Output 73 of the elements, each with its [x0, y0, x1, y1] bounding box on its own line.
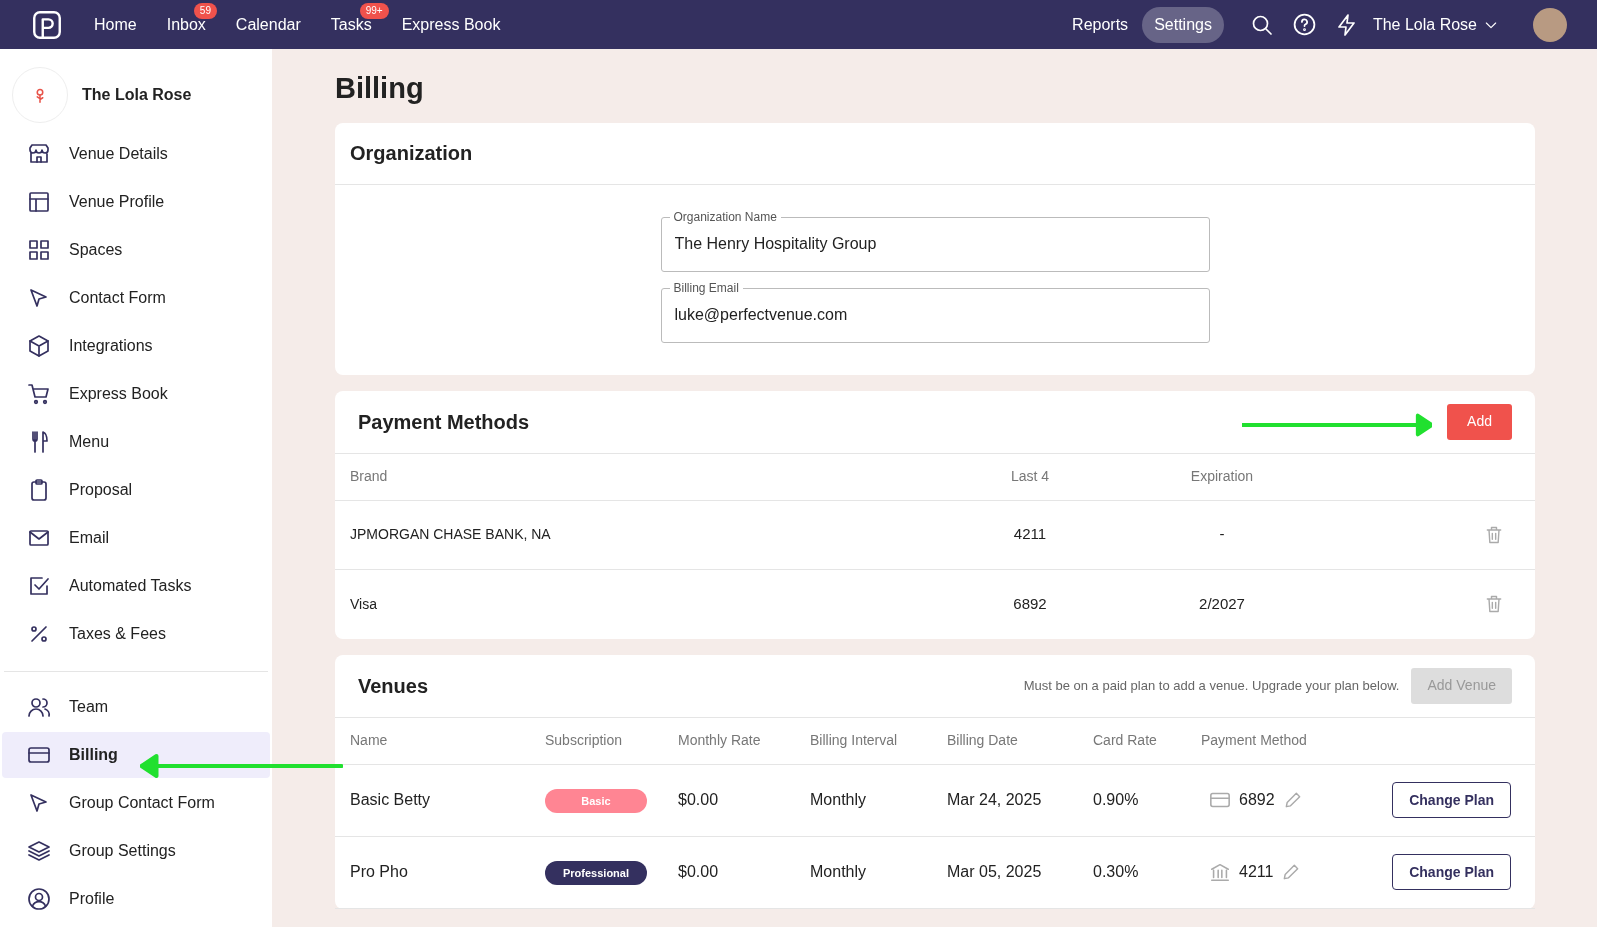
sidebar-item[interactable]: Menu [2, 419, 270, 465]
sidebar-item[interactable]: Taxes & Fees [2, 611, 270, 657]
plan-badge: Professional [545, 860, 647, 885]
table-cell-text: 0.30% [1093, 862, 1140, 882]
store-icon [27, 142, 51, 166]
account-menu[interactable]: The Lola Rose [1372, 12, 1499, 37]
table-cell-text: $0.00 [678, 790, 720, 810]
column-header: Subscription [545, 731, 624, 750]
change-plan-button[interactable]: Change Plan [1392, 782, 1511, 818]
grid-icon [27, 238, 51, 262]
sidebar-item[interactable]: Profile [2, 876, 270, 922]
sidebar-item[interactable]: Contact Form [2, 275, 270, 321]
count-badge: 99+ [359, 2, 389, 19]
nav-link[interactable]: Calendar [235, 15, 301, 33]
user-circle-icon [27, 887, 51, 911]
table-cell-text: 4211 [1012, 524, 1048, 545]
column-header: Billing Interval [810, 731, 899, 750]
cube-icon [27, 334, 51, 358]
sidebar-item[interactable]: Group Settings [2, 828, 270, 874]
sidebar-item[interactable]: Express Book [2, 371, 270, 417]
sidebar-item[interactable]: Group Contact Form [2, 780, 270, 826]
users-icon [27, 695, 51, 719]
table-cell-text: JPMORGAN CHASE BANK, NA [350, 525, 552, 544]
column-header: Card Rate [1093, 731, 1158, 750]
note-text: Must be on a paid plan to add a venue. Upgrade your plan below. [1023, 676, 1400, 695]
change-plan-button[interactable]: Change Plan [1392, 854, 1511, 890]
table-cell-text: 4211 [1239, 862, 1274, 882]
table-cell-text: Mar 24, 2025 [947, 790, 1043, 810]
sidebar-item[interactable]: Venue Profile [2, 179, 270, 225]
column-header: Billing Date [947, 731, 1019, 750]
sidebar-item[interactable]: Automated Tasks [2, 563, 270, 609]
card-title: Payment Methods [358, 409, 530, 435]
table-cell-text: $0.00 [678, 862, 720, 882]
cart-icon [27, 382, 51, 406]
column-header: Last 4 [1009, 467, 1051, 486]
card-title: Organization [335, 122, 1535, 185]
page-title: Billing [335, 71, 425, 106]
column-header: Payment Method [1201, 731, 1308, 750]
card-title: Venues [358, 673, 430, 699]
sidebar-item[interactable]: Integrations [2, 323, 270, 369]
table-cell-text: 6892 [1239, 790, 1275, 810]
table-cell-text: Mar 05, 2025 [947, 862, 1043, 882]
table-cell-text: - [1218, 524, 1226, 545]
sidebar-item[interactable]: Billing [2, 732, 270, 778]
table-cell-text: Pro Pho [350, 862, 409, 882]
sidebar-item[interactable]: Venue Details [2, 131, 270, 177]
table-cell-text: 2/2027 [1198, 593, 1246, 614]
plan-badge: Basic [545, 788, 647, 813]
table-cell-text: 0.90% [1093, 790, 1140, 810]
column-header: Monthly Rate [678, 731, 762, 750]
layers-icon [27, 839, 51, 863]
table-cell-text: Basic Betty [350, 790, 432, 810]
sidebar-item[interactable]: Spaces [2, 227, 270, 273]
nav-link[interactable]: Express Book [401, 15, 501, 33]
sidebar-item[interactable]: Proposal [2, 467, 270, 513]
table-cell-text: Visa [350, 594, 378, 614]
venue-name: The Lola Rose [82, 85, 192, 105]
column-header: Name [350, 731, 389, 750]
avatar[interactable] [1533, 7, 1567, 42]
layout-icon [27, 190, 51, 214]
nav-link[interactable]: Reports [1060, 6, 1141, 43]
sidebar-item[interactable]: Email [2, 515, 270, 561]
table-cell-text: 6892 [1012, 593, 1048, 614]
nav-link[interactable]: Settings [1142, 6, 1224, 43]
nav-link[interactable]: Home [94, 15, 137, 33]
column-header: Brand [350, 467, 389, 486]
help-icon[interactable] [1291, 12, 1317, 37]
count-badge: 59 [193, 2, 217, 19]
table-cell-text: Monthly [810, 862, 868, 882]
sidebar-item[interactable]: Team [2, 684, 270, 730]
checkbox-icon [27, 574, 51, 598]
table-cell-text: Monthly [810, 790, 868, 810]
column-header: Expiration [1189, 467, 1255, 486]
